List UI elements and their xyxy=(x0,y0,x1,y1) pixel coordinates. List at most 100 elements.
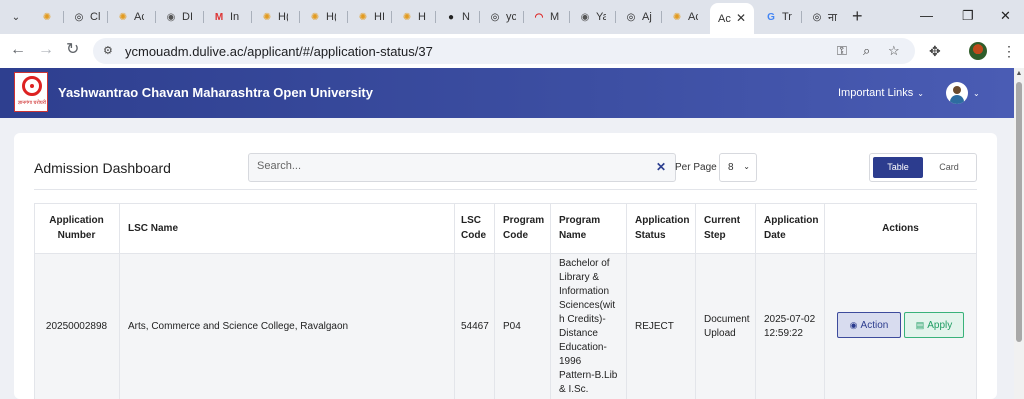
browser-tab[interactable]: ◎ ना xyxy=(802,4,848,30)
browser-tab-active[interactable]: Ac ✕ xyxy=(710,3,754,34)
scrollbar-thumb[interactable] xyxy=(1016,82,1022,342)
eye-icon: ◉ xyxy=(849,319,858,330)
scroll-up-arrow-icon[interactable]: ▲ xyxy=(1014,70,1024,77)
table-cell: Arts, Commerce and Science College, Rava… xyxy=(120,254,455,399)
browser-tab[interactable]: ✺ H( xyxy=(300,4,348,30)
browser-tab-label: Ac xyxy=(134,11,144,23)
university-name: Yashwantrao Chavan Maharashtra Open Univ… xyxy=(58,85,373,100)
per-page-value: 8 xyxy=(728,162,734,173)
github-favicon-icon: ● xyxy=(447,11,455,23)
apply-button[interactable]: ▤ Apply xyxy=(904,312,964,338)
extensions-puzzle-icon[interactable]: ✥ xyxy=(929,43,941,60)
search-input[interactable] xyxy=(257,160,637,172)
browser-tab[interactable]: ◎ Cl xyxy=(64,4,108,30)
browser-tab[interactable]: ● N xyxy=(436,4,480,30)
browser-tab[interactable]: ◎ yc xyxy=(480,4,524,30)
column-header[interactable]: Application Date xyxy=(756,203,825,254)
app-header: ज्ञानगंगा घरोघरी Yashwantrao Chavan Maha… xyxy=(0,68,1014,118)
window-close-icon[interactable]: ✕ xyxy=(1000,8,1011,24)
close-icon[interactable]: ✕ xyxy=(736,11,746,25)
column-header[interactable]: Program Code xyxy=(495,203,551,254)
status-badge: REJECT xyxy=(627,254,696,399)
site-settings-icon[interactable]: ⚙ xyxy=(103,44,113,57)
browser-tab-label: Cl xyxy=(90,11,100,23)
browser-tab[interactable]: ✺ H xyxy=(392,4,436,30)
user-avatar[interactable] xyxy=(946,82,968,104)
forward-arrow-icon[interactable]: → xyxy=(38,42,54,58)
clear-search-icon[interactable]: ✕ xyxy=(656,160,666,174)
divider xyxy=(34,189,977,190)
table-view-button[interactable]: Table xyxy=(873,157,923,178)
menu-kebab-icon[interactable]: ⋮ xyxy=(1002,43,1016,60)
google-favicon-icon: G xyxy=(767,11,775,23)
tab-search-chevron-icon[interactable]: ⌄ xyxy=(6,7,26,27)
table-cell: Bachelor of Library & Information Scienc… xyxy=(551,254,627,399)
table-cell: 2025-07-02 12:59:22 xyxy=(756,254,825,399)
browser-tab[interactable]: ✺ H( xyxy=(252,4,300,30)
restore-icon[interactable]: ❐ xyxy=(962,8,974,24)
browser-tab[interactable]: M In xyxy=(204,4,252,30)
chevron-down-icon[interactable]: ⌄ xyxy=(973,89,980,98)
browser-tab-label: HI xyxy=(374,11,384,23)
browser-tab-label: Ac xyxy=(718,12,731,25)
browser-tab[interactable]: ✺ HI xyxy=(348,4,392,30)
chatgpt-favicon-icon: ◎ xyxy=(812,11,822,23)
sun-favicon-icon: ✺ xyxy=(358,11,368,23)
new-tab-plus-icon[interactable]: + xyxy=(852,7,863,25)
applications-table: Application Number LSC Name LSC Code Pro… xyxy=(34,203,977,399)
column-header: Actions xyxy=(825,203,977,254)
card-view-button[interactable]: Card xyxy=(924,157,974,178)
search-field[interactable]: ✕ xyxy=(248,153,676,182)
admission-dashboard-card: Admission Dashboard ✕ Per Page 8 ⌄ Table… xyxy=(14,133,997,399)
browser-tab-label: H( xyxy=(326,11,336,23)
logo-motto: ज्ञानगंगा घरोघरी xyxy=(17,100,47,106)
password-key-icon[interactable]: ⚿ xyxy=(837,43,847,59)
column-header[interactable]: LSC Name xyxy=(120,203,455,254)
university-logo[interactable]: ज्ञानगंगा घरोघरी xyxy=(14,72,48,112)
browser-tab[interactable]: ◠ M xyxy=(524,4,570,30)
sun-favicon-icon: ✺ xyxy=(310,11,320,23)
page-title: Admission Dashboard xyxy=(34,160,171,176)
browser-tab[interactable]: ◉ Ya xyxy=(570,4,616,30)
browser-tab[interactable]: ◉ DI xyxy=(156,4,204,30)
important-links-dropdown[interactable]: Important Links ⌄ xyxy=(838,87,924,99)
table-cell: 54467 xyxy=(455,254,495,399)
column-header[interactable]: Application Number xyxy=(34,203,120,254)
sun-favicon-icon: ✺ xyxy=(42,11,52,23)
reload-icon[interactable]: ↻ xyxy=(66,42,79,58)
minimize-icon[interactable]: — xyxy=(920,8,933,23)
view-toggle: Table Card xyxy=(869,153,977,182)
browser-tab-label: Tr xyxy=(782,11,792,23)
zoom-icon[interactable]: ⌕ xyxy=(863,43,870,59)
browser-toolbar: ← → ↻ ⚙ ycmouadm.dulive.ac/applicant/#/a… xyxy=(0,34,1024,68)
browser-tab-label: ना xyxy=(828,11,837,24)
per-page-label: Per Page xyxy=(675,162,717,173)
per-page-select[interactable]: 8 ⌄ xyxy=(719,153,757,182)
globe-favicon-icon: ◉ xyxy=(580,11,590,23)
chevron-down-icon: ⌄ xyxy=(917,89,924,98)
browser-tab[interactable]: ✺ xyxy=(32,4,64,30)
browser-tab[interactable]: ✺ Ac xyxy=(662,4,708,30)
sun-favicon-icon: ✺ xyxy=(262,11,272,23)
table-cell: 20250002898 xyxy=(34,254,120,399)
logo-emblem-icon xyxy=(22,76,42,96)
openai-favicon-icon: ◎ xyxy=(490,11,500,23)
browser-tab[interactable]: G Tr xyxy=(756,4,802,30)
table-cell: P04 xyxy=(495,254,551,399)
column-header[interactable]: LSC Code xyxy=(455,203,495,254)
browser-tab-label: DI xyxy=(182,11,192,23)
chevron-down-icon: ⌄ xyxy=(743,162,750,171)
browser-tab-label: H( xyxy=(278,11,288,23)
url-text[interactable]: ycmouadm.dulive.ac/applicant/#/applicati… xyxy=(125,44,433,59)
column-header[interactable]: Program Name xyxy=(551,203,627,254)
action-button[interactable]: ◉ Action xyxy=(837,312,901,338)
profile-avatar-icon[interactable] xyxy=(969,42,987,60)
browser-tab[interactable]: ◎ Aj xyxy=(616,4,662,30)
column-header[interactable]: Application Status xyxy=(627,203,696,254)
document-icon: ▤ xyxy=(915,319,925,330)
column-header[interactable]: Current Step xyxy=(696,203,756,254)
address-bar[interactable]: ⚙ ycmouadm.dulive.ac/applicant/#/applica… xyxy=(93,38,915,64)
bookmark-star-icon[interactable]: ☆ xyxy=(888,43,900,59)
browser-tab[interactable]: ✺ Ac xyxy=(108,4,156,30)
back-arrow-icon[interactable]: ← xyxy=(10,42,26,58)
